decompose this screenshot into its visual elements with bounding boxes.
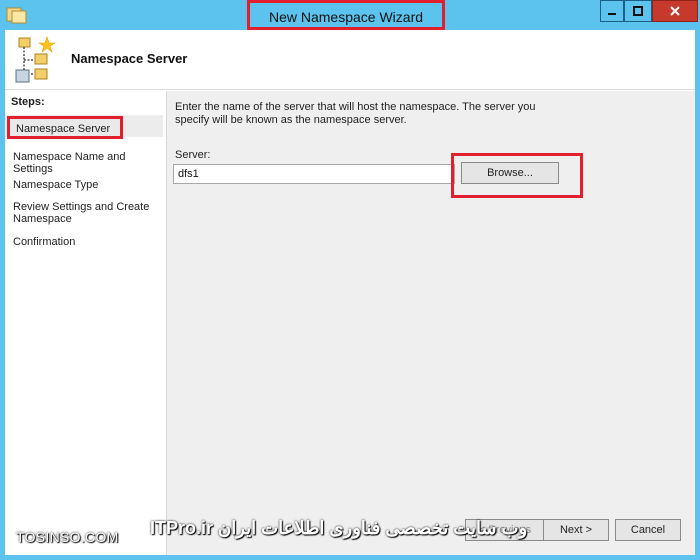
close-icon xyxy=(670,6,680,16)
wizard-content: Enter the name of the server that will h… xyxy=(166,91,695,555)
step-namespace-name-and-settings[interactable]: Namespace Name and Settings xyxy=(13,151,163,175)
server-label: Server: xyxy=(175,149,211,161)
description-text: Enter the name of the server that will h… xyxy=(175,101,536,126)
browse-button[interactable]: Browse... xyxy=(461,162,559,184)
app-icon xyxy=(6,7,27,24)
steps-sidebar: Steps: Namespace Server Namespace Name a… xyxy=(5,91,165,555)
title-bar: New Namespace Wizard xyxy=(0,0,700,30)
server-input[interactable] xyxy=(173,164,455,184)
step-namespace-server[interactable]: Namespace Server xyxy=(7,116,123,139)
window-title: New Namespace Wizard xyxy=(247,0,445,30)
minimize-button[interactable] xyxy=(600,0,624,22)
step-namespace-type[interactable]: Namespace Type xyxy=(13,179,163,191)
step-confirmation[interactable]: Confirmation xyxy=(13,236,163,248)
cancel-button[interactable]: Cancel xyxy=(615,519,681,541)
page-title: Namespace Server xyxy=(71,51,188,66)
maximize-icon xyxy=(633,6,643,16)
close-button[interactable] xyxy=(652,0,698,22)
watermark-right: وب سایت تخصصی فناوری اطلاعات ایران ITPro… xyxy=(150,518,528,538)
minimize-icon xyxy=(608,13,616,15)
steps-label: Steps: xyxy=(11,96,45,108)
namespace-tree-icon xyxy=(15,36,57,83)
maximize-button[interactable] xyxy=(624,0,652,22)
next-button[interactable]: Next > xyxy=(543,519,609,541)
wizard-header: Namespace Server xyxy=(5,30,695,90)
watermark-left: TOSINSO.COM xyxy=(16,529,119,545)
step-review-settings[interactable]: Review Settings and Create Namespace xyxy=(13,201,153,225)
wizard-window: Namespace Server Steps: Namespace Server… xyxy=(5,30,695,555)
